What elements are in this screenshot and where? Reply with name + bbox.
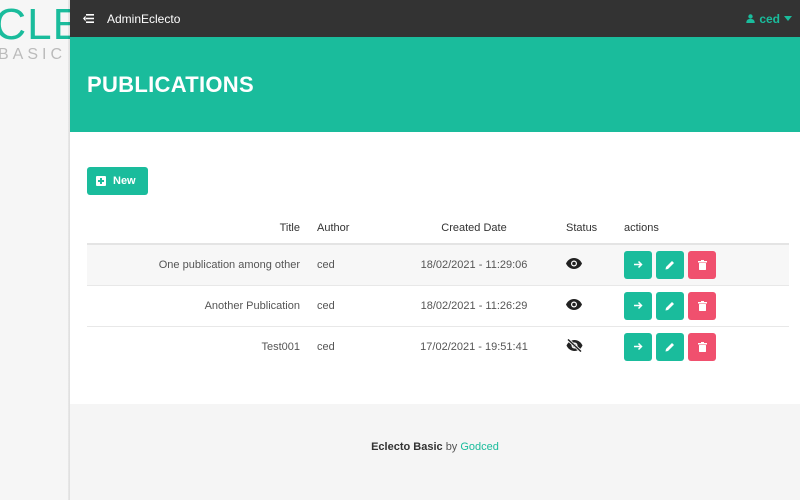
eye-icon[interactable] — [566, 298, 582, 310]
column-header-actions: actions — [614, 212, 789, 245]
page-header-banner: PUBLICATIONS — [70, 37, 800, 132]
delete-button[interactable] — [688, 291, 716, 320]
arrow-right-icon — [633, 343, 643, 351]
new-button-label: New — [113, 175, 136, 187]
new-publication-button[interactable]: New — [87, 167, 148, 195]
cell-author: ced — [312, 243, 394, 285]
top-navbar: AdminEclecto ced — [70, 0, 800, 37]
cell-created-date: 17/02/2021 - 19:51:41 — [394, 325, 554, 367]
eye-slash-icon[interactable] — [566, 338, 583, 353]
sidebar: ECLECTO BASIC — [0, 0, 70, 500]
arrow-right-icon — [633, 301, 643, 310]
logo-subtext: BASIC — [0, 46, 67, 63]
cell-title: Another Publication — [87, 284, 312, 326]
cell-status — [554, 284, 614, 326]
trash-icon — [697, 259, 707, 270]
chevron-down-icon — [784, 16, 792, 21]
cell-title: Test001 — [87, 325, 312, 367]
cell-actions — [614, 325, 789, 367]
publications-table: Title Author Created Date Status actions… — [87, 212, 789, 367]
arrow-right-icon — [633, 261, 643, 269]
footer-author-link[interactable]: Godced — [460, 441, 499, 453]
edit-button[interactable] — [656, 332, 684, 361]
table-header-row: Title Author Created Date Status actions — [87, 212, 789, 245]
footer-by: by — [445, 441, 458, 453]
delete-button[interactable] — [688, 250, 716, 279]
column-header-title: Title — [87, 212, 312, 245]
column-header-status: Status — [554, 212, 614, 245]
trash-icon — [697, 300, 707, 311]
collapse-menu-icon — [82, 14, 94, 23]
user-name: ced — [759, 11, 780, 26]
footer-brand: Eclecto Basic — [371, 441, 443, 453]
footer-credits: Eclecto Basic by Godced — [70, 441, 800, 453]
cell-actions — [614, 243, 789, 285]
table-row: Another Publication ced 18/02/2021 - 11:… — [87, 284, 789, 326]
delete-button[interactable] — [688, 332, 716, 361]
main-content: New Title Author Created Date Status act… — [70, 132, 800, 404]
cell-title: One publication among other — [87, 243, 312, 285]
logo-text: ECLECTO — [0, 0, 70, 49]
cell-status — [554, 325, 614, 367]
app-title-link[interactable]: AdminEclecto — [107, 12, 180, 26]
user-menu-dropdown[interactable]: ced — [746, 12, 792, 26]
pencil-icon — [665, 342, 674, 352]
column-header-author: Author — [312, 212, 394, 245]
plus-square-icon — [96, 176, 106, 186]
eye-icon[interactable] — [566, 257, 582, 269]
edit-button[interactable] — [656, 291, 684, 320]
page-title: PUBLICATIONS — [87, 72, 254, 97]
edit-button[interactable] — [656, 250, 684, 279]
user-icon — [746, 14, 756, 23]
cell-created-date: 18/02/2021 - 11:29:06 — [394, 243, 554, 285]
view-button[interactable] — [624, 250, 652, 279]
pencil-icon — [665, 260, 674, 270]
cell-actions — [614, 284, 789, 326]
pencil-icon — [665, 301, 674, 310]
table-row: One publication among other ced 18/02/20… — [87, 243, 789, 285]
cell-status — [554, 243, 614, 285]
cell-author: ced — [312, 325, 394, 367]
footer: Eclecto Basic by Godced — [70, 404, 800, 500]
cell-author: ced — [312, 284, 394, 326]
sidebar-toggle-button[interactable] — [74, 0, 102, 37]
cell-created-date: 18/02/2021 - 11:26:29 — [394, 284, 554, 326]
trash-icon — [697, 341, 707, 352]
view-button[interactable] — [624, 332, 652, 361]
view-button[interactable] — [624, 291, 652, 320]
table-row: Test001 ced 17/02/2021 - 19:51:41 — [87, 325, 789, 367]
column-header-created-date: Created Date — [394, 212, 554, 245]
